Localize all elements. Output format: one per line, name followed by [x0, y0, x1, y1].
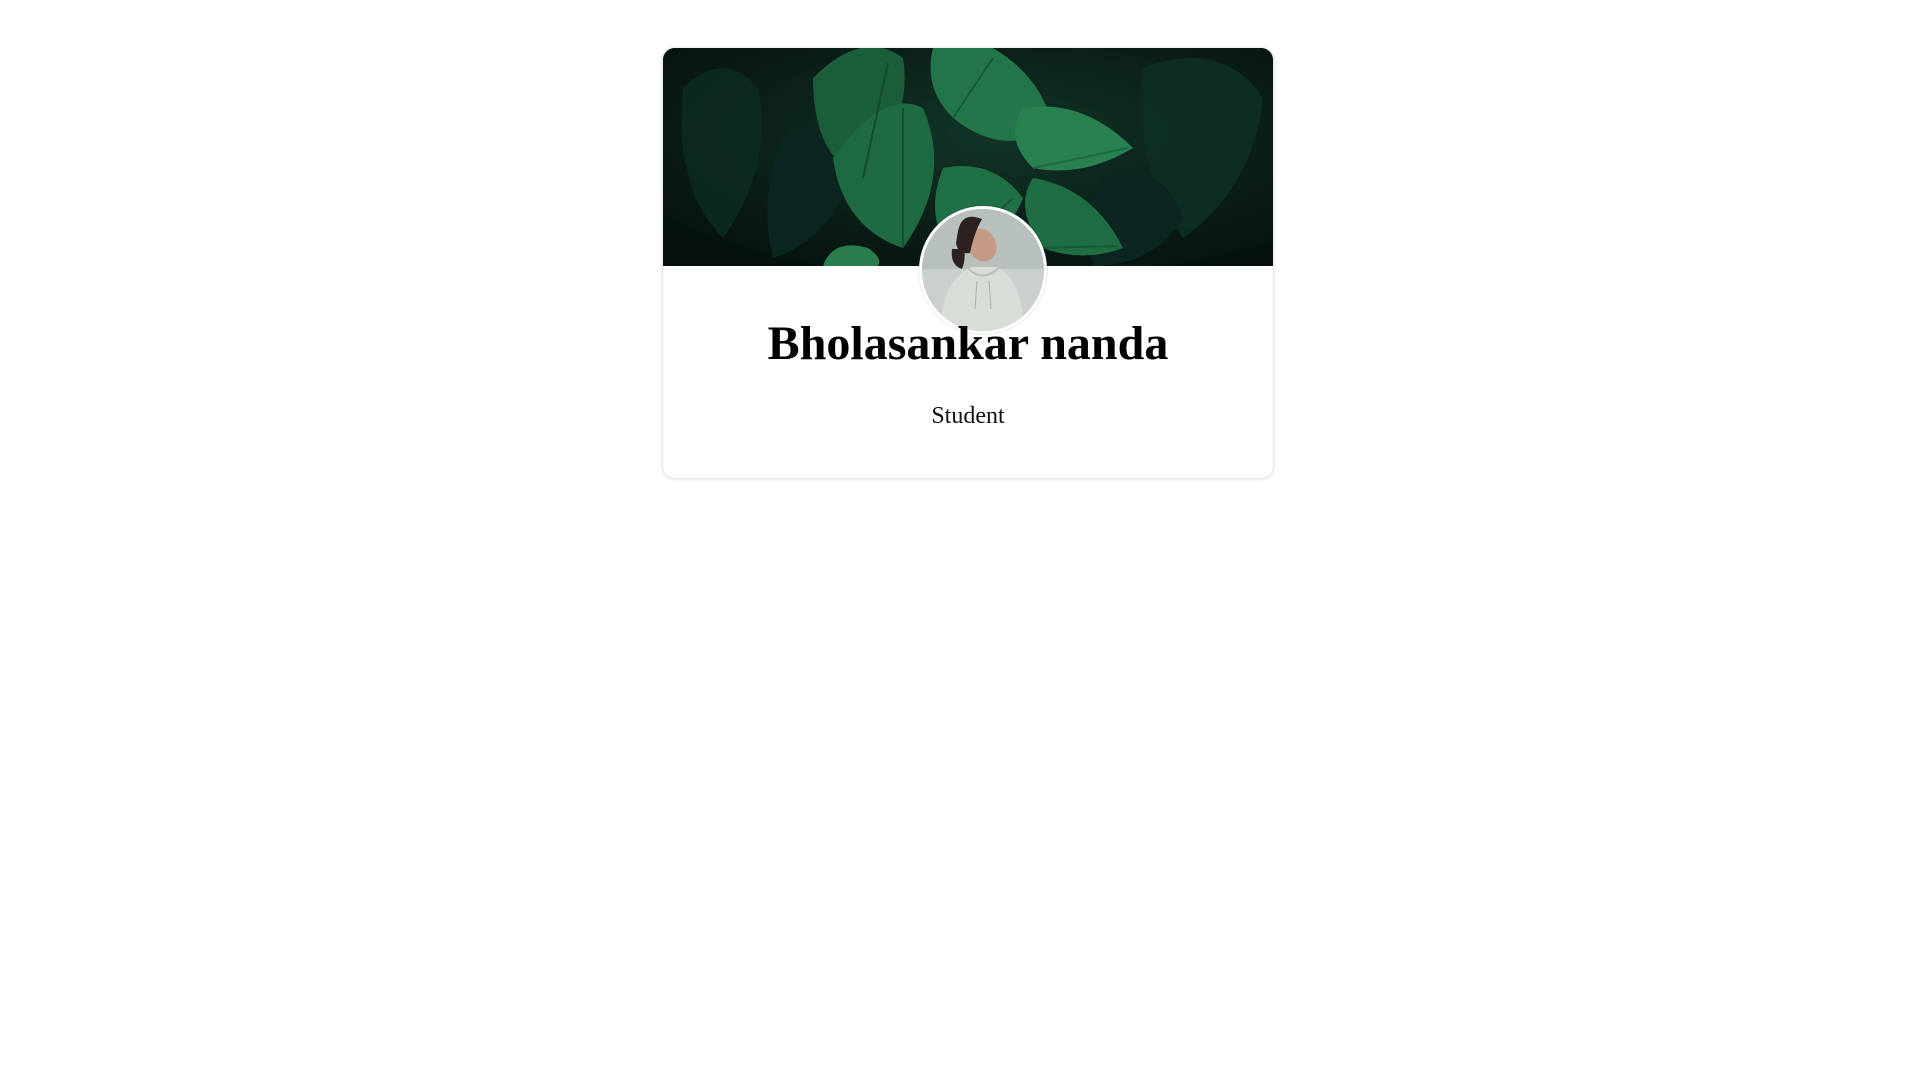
avatar [919, 206, 1047, 334]
profile-role: Student [931, 403, 1005, 429]
person-illustration [922, 209, 1044, 331]
profile-card: Bholasankar nanda Student [663, 48, 1273, 478]
profile-name: Bholasankar nanda [767, 317, 1169, 370]
